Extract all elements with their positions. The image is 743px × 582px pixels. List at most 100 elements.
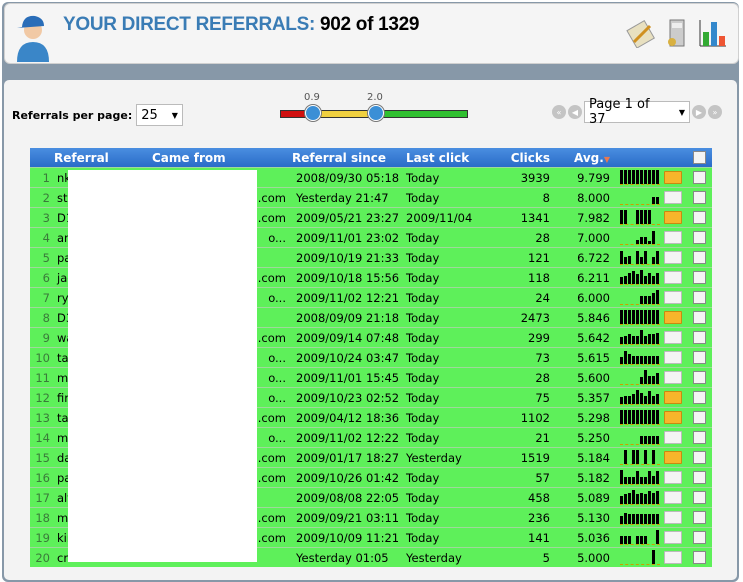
row-checkbox[interactable] — [692, 271, 706, 284]
clicks: 1341 — [482, 207, 550, 228]
first-page-button[interactable]: « — [552, 105, 566, 119]
spark-bar — [652, 334, 655, 344]
select-all-checkbox[interactable] — [692, 151, 706, 164]
mail-icon[interactable] — [664, 211, 682, 224]
spark-bar — [644, 237, 647, 244]
last-click: Today — [406, 507, 482, 528]
clicks: 5 — [482, 547, 550, 567]
mail-icon[interactable] — [664, 391, 682, 404]
mail-icon[interactable] — [664, 371, 682, 384]
sort-desc-icon: ▼ — [603, 154, 610, 164]
row-checkbox[interactable] — [692, 291, 706, 304]
col-came-from[interactable]: Came from — [152, 148, 292, 168]
notes-icon[interactable] — [626, 18, 656, 48]
row-checkbox[interactable] — [692, 531, 706, 544]
mail-icon[interactable] — [664, 531, 682, 544]
last-page-button[interactable]: » — [708, 105, 722, 119]
row-checkbox[interactable] — [692, 411, 706, 424]
mail-icon[interactable] — [664, 351, 682, 364]
col-last-click[interactable]: Last click — [406, 148, 482, 168]
calculator-icon[interactable] — [666, 18, 688, 48]
spark-bar — [628, 170, 631, 184]
mail-icon[interactable] — [664, 291, 682, 304]
spark-bar — [644, 370, 647, 384]
spark-bar — [656, 273, 659, 284]
mail-icon[interactable] — [664, 511, 682, 524]
row-checkbox[interactable] — [692, 311, 706, 324]
spark-bar — [648, 436, 651, 444]
col-referral-since[interactable]: Referral since — [292, 148, 406, 168]
mail-icon[interactable] — [664, 471, 682, 484]
per-page-select[interactable]: 25 ▼ — [136, 104, 183, 126]
activity-sparkline — [620, 470, 660, 485]
spark-bar — [648, 376, 651, 384]
col-avg[interactable]: Avg.▼ — [550, 148, 614, 168]
slider-high-handle[interactable] — [368, 105, 384, 121]
user-avatar-icon — [17, 15, 49, 62]
row-checkbox[interactable] — [692, 391, 706, 404]
row-checkbox[interactable] — [692, 351, 706, 364]
prev-page-button[interactable]: ◀ — [568, 105, 582, 119]
row-checkbox[interactable] — [692, 431, 706, 444]
slider-low-handle[interactable] — [305, 105, 321, 121]
row-checkbox[interactable] — [692, 331, 706, 344]
col-clicks[interactable]: Clicks — [482, 148, 550, 168]
mail-icon[interactable] — [664, 231, 682, 244]
mail-icon[interactable] — [664, 411, 682, 424]
mail-icon[interactable] — [664, 251, 682, 264]
avg: 5.298 — [550, 407, 614, 428]
row-checkbox[interactable] — [692, 371, 706, 384]
avg: 5.089 — [550, 487, 614, 508]
mail-icon[interactable] — [664, 551, 682, 564]
spark-bar — [648, 356, 651, 364]
activity-sparkline — [620, 190, 660, 205]
row-number: 1 — [30, 167, 54, 188]
last-click: Today — [406, 267, 482, 288]
mail-icon[interactable] — [664, 171, 682, 184]
mail-icon[interactable] — [664, 451, 682, 464]
spark-bar — [648, 241, 651, 244]
mail-icon[interactable] — [664, 491, 682, 504]
col-referral[interactable]: Referral — [54, 148, 152, 168]
row-checkbox[interactable] — [692, 231, 706, 244]
avg-range-slider[interactable]: 0.9 2.0 — [280, 92, 470, 122]
spark-bar — [620, 397, 623, 404]
last-click: Today — [406, 527, 482, 548]
spark-bar — [652, 436, 655, 444]
row-checkbox[interactable] — [692, 251, 706, 264]
referral-since: Yesterday 21:47 — [292, 187, 406, 208]
clicks: 141 — [482, 527, 550, 548]
row-number: 20 — [30, 547, 54, 567]
next-page-button[interactable]: ▶ — [692, 105, 706, 119]
row-checkbox[interactable] — [692, 451, 706, 464]
spark-bar — [620, 337, 623, 344]
activity-sparkline — [620, 230, 660, 245]
row-checkbox[interactable] — [692, 511, 706, 524]
avg-label: Avg. — [574, 150, 604, 165]
spark-bar — [632, 271, 635, 284]
row-checkbox[interactable] — [692, 191, 706, 204]
last-click: Today — [406, 307, 482, 328]
clicks: 299 — [482, 327, 550, 348]
spark-bar — [648, 296, 651, 304]
mail-icon[interactable] — [664, 191, 682, 204]
row-checkbox[interactable] — [692, 211, 706, 224]
row-checkbox[interactable] — [692, 171, 706, 184]
mail-icon[interactable] — [664, 311, 682, 324]
spark-bar — [652, 310, 655, 324]
activity-sparkline — [620, 290, 660, 305]
row-checkbox[interactable] — [692, 471, 706, 484]
mail-icon[interactable] — [664, 271, 682, 284]
bar-chart-icon[interactable] — [698, 18, 728, 48]
mail-icon[interactable] — [664, 431, 682, 444]
page-select[interactable]: Page 1 of 37 ▼ — [584, 97, 690, 127]
spark-bar — [620, 516, 623, 524]
row-checkbox[interactable] — [692, 551, 706, 564]
row-checkbox[interactable] — [692, 491, 706, 504]
mail-icon[interactable] — [664, 331, 682, 344]
spark-bar — [648, 334, 651, 344]
spark-bar — [632, 356, 635, 364]
last-click: Today — [406, 327, 482, 348]
row-number: 10 — [30, 347, 54, 368]
avg: 5.600 — [550, 367, 614, 388]
